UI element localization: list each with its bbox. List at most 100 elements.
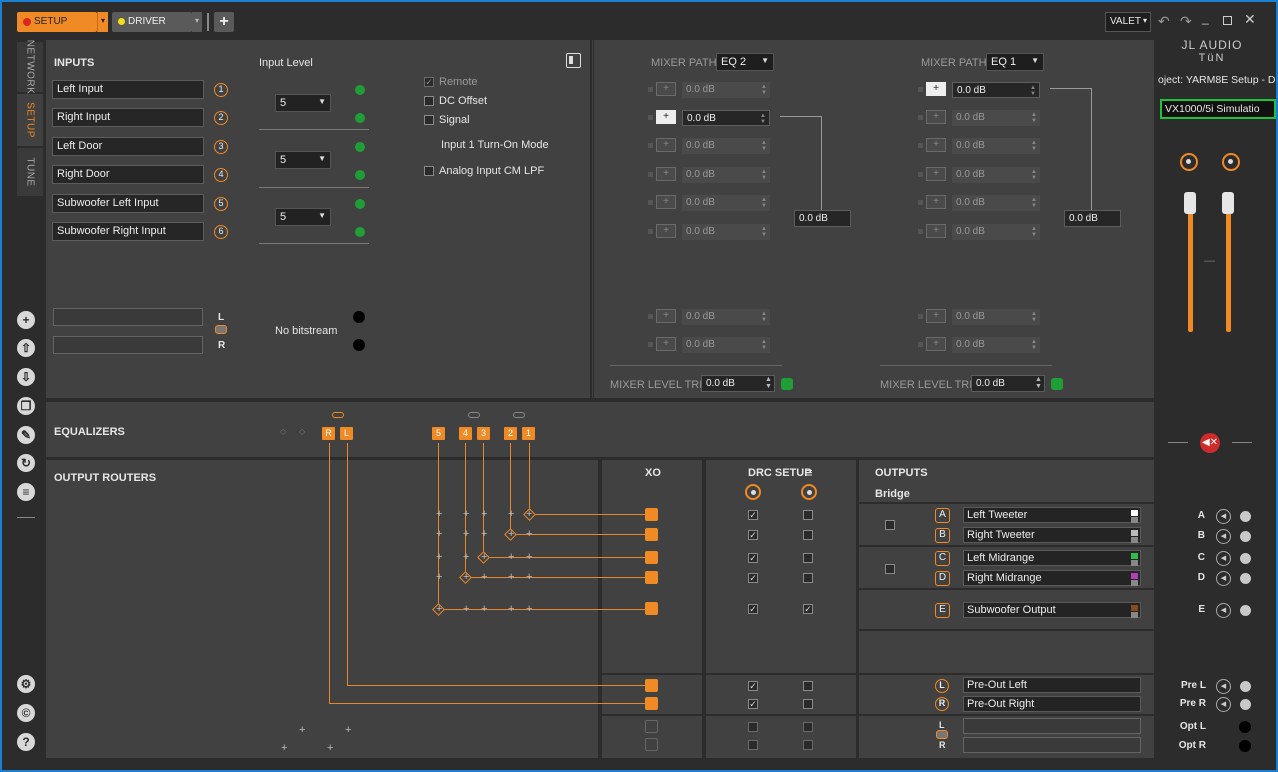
output-name-E[interactable]: Subwoofer Output (963, 602, 1141, 618)
mixer-gain-field[interactable]: 0.0 dB ▲ ▼ (682, 138, 770, 154)
spin-icon[interactable]: ▲ ▼ (1031, 169, 1037, 181)
valet-select[interactable]: VALET ▾ (1105, 12, 1151, 32)
eq-band-4[interactable]: 4 (459, 427, 472, 440)
drc-checkbox[interactable]: ✓ (748, 553, 758, 563)
route-cross[interactable]: + (436, 572, 442, 583)
mixer-gain-field[interactable]: 0.0 dB ▲ ▼ (952, 337, 1040, 353)
driver-button[interactable]: DRIVER (112, 12, 192, 32)
digital-input-left-field[interactable] (53, 308, 203, 326)
optical-name-R[interactable] (963, 737, 1141, 753)
mixer-output-1[interactable]: 0.0 dB (794, 210, 851, 227)
mixer-add-icon[interactable]: + (926, 167, 946, 181)
eq-band-L[interactable]: L (340, 427, 353, 440)
mixer-add-icon[interactable]: + (656, 82, 676, 96)
fader-track-right[interactable] (1226, 194, 1231, 332)
spin-icon[interactable]: ▲ ▼ (1031, 339, 1037, 351)
mixer-row[interactable]: +0.0 dB ▲ ▼ (918, 167, 1044, 183)
mixer-add-icon[interactable]: + (656, 309, 676, 323)
spin-icon[interactable]: ▲ ▼ (761, 84, 767, 96)
route-cross[interactable]: + (481, 509, 487, 520)
output-edit-icon[interactable] (1131, 580, 1138, 586)
drc-checkbox[interactable] (803, 510, 813, 520)
spin-icon[interactable]: ▲ ▼ (761, 140, 767, 152)
output-edit-icon[interactable] (1131, 517, 1138, 523)
preout-name-R[interactable]: Pre-Out Right (963, 696, 1141, 712)
route-cross[interactable]: + (436, 604, 442, 615)
download-icon[interactable]: ⇩ (17, 368, 35, 386)
mixer-row[interactable]: +0.0 dB ▲ ▼ (648, 110, 774, 126)
xo-button-optR[interactable] (645, 738, 658, 751)
bridge-checkbox-AB[interactable] (885, 520, 895, 530)
mixer-trim-spin-icon[interactable]: ▲ ▼ (765, 376, 772, 390)
mixer-row[interactable]: +0.0 dB ▲ ▼ (918, 309, 1044, 325)
drc-checkbox[interactable] (803, 681, 813, 691)
mixer-add-icon[interactable]: + (926, 195, 946, 209)
route-cross[interactable]: + (436, 509, 442, 520)
speaker-icon[interactable]: ◀ (1216, 603, 1231, 618)
eq-link-icon[interactable] (332, 412, 344, 418)
eq-band-1[interactable]: 1 (522, 427, 535, 440)
mixer-row[interactable]: +0.0 dB ▲ ▼ (648, 167, 774, 183)
mixer-row[interactable]: +0.0 dB ▲ ▼ (648, 82, 774, 98)
mixer-gain-field[interactable]: 0.0 dB ▲ ▼ (682, 309, 770, 325)
spin-icon[interactable]: ▲ ▼ (1031, 140, 1037, 152)
mixer-row[interactable]: +0.0 dB ▲ ▼ (648, 224, 774, 240)
route-cross[interactable]: + (481, 552, 487, 563)
eq-band-2[interactable]: 2 (504, 427, 517, 440)
route-cross[interactable]: + (526, 509, 532, 520)
drc-checkbox[interactable]: ✓ (748, 510, 758, 520)
eq-link-icon[interactable] (513, 412, 525, 418)
mixer-add-icon[interactable]: + (926, 82, 946, 96)
signal-checkbox[interactable] (424, 115, 434, 125)
route-cross[interactable]: + (327, 743, 333, 754)
tab-network[interactable]: NETWORK (17, 40, 43, 94)
upload-icon[interactable]: ⇧ (17, 339, 35, 357)
output-edit-icon[interactable] (1131, 537, 1138, 543)
route-cross[interactable]: + (526, 529, 532, 540)
xo-button-E[interactable] (645, 602, 658, 615)
xo-button-C[interactable] (645, 551, 658, 564)
route-cross[interactable]: + (481, 572, 487, 583)
mixer-row[interactable]: +0.0 dB ▲ ▼ (918, 195, 1044, 211)
digital-input-right-field[interactable] (53, 336, 203, 354)
mixer-trim-2[interactable]: 0.0 dB (971, 375, 1045, 392)
input-level-select-3[interactable]: 5 ▼ (275, 208, 331, 226)
mixer-row[interactable]: +0.0 dB ▲ ▼ (648, 337, 774, 353)
optical-name-L[interactable] (963, 718, 1141, 734)
spin-icon[interactable]: ▲ ▼ (761, 226, 767, 238)
spin-icon[interactable]: ▲ ▼ (1031, 112, 1037, 124)
mixer-eq-select-1[interactable]: EQ 2 ▼ (716, 53, 774, 71)
gear-icon[interactable]: ⚙ (17, 675, 35, 693)
input-name-5[interactable]: Subwoofer Left Input (52, 194, 204, 213)
route-cross[interactable]: + (463, 604, 469, 615)
copy-icon[interactable]: ❐ (17, 397, 35, 415)
input-level-select-2[interactable]: 5 ▼ (275, 151, 331, 169)
speaker-icon[interactable]: ◀ (1216, 571, 1231, 586)
route-cross[interactable]: + (508, 552, 514, 563)
xo-button-preR[interactable] (645, 697, 658, 710)
output-color-swatch[interactable] (1131, 605, 1138, 611)
route-cross[interactable]: + (526, 604, 532, 615)
output-name-C[interactable]: Left Midrange (963, 550, 1141, 566)
tab-tune[interactable]: TUNE (17, 148, 43, 196)
route-cross[interactable]: + (508, 604, 514, 615)
route-cross[interactable]: + (508, 572, 514, 583)
close-icon[interactable]: ✕ (1244, 11, 1256, 28)
spin-icon[interactable]: ▲ ▼ (1031, 197, 1037, 209)
remote-checkbox[interactable]: ✓ (424, 77, 434, 87)
list-icon[interactable]: ≡ (17, 483, 35, 501)
route-cross[interactable]: + (508, 529, 514, 540)
setup-dropdown[interactable]: ▾ (97, 12, 108, 32)
mixer-row[interactable]: +0.0 dB ▲ ▼ (918, 337, 1044, 353)
xo-button-D[interactable] (645, 571, 658, 584)
route-cross[interactable]: + (508, 509, 514, 520)
mixer-add-icon[interactable]: + (926, 138, 946, 152)
minimize-icon[interactable]: _ (1202, 11, 1209, 25)
mixer-gain-field[interactable]: 0.0 dB ▲ ▼ (682, 110, 770, 126)
route-cross[interactable]: + (526, 572, 532, 583)
help-icon[interactable]: ? (17, 733, 35, 751)
xo-button-A[interactable] (645, 508, 658, 521)
drc-checkbox[interactable] (748, 722, 758, 732)
mixer-add-icon[interactable]: + (926, 110, 946, 124)
output-name-D[interactable]: Right Midrange (963, 570, 1141, 586)
